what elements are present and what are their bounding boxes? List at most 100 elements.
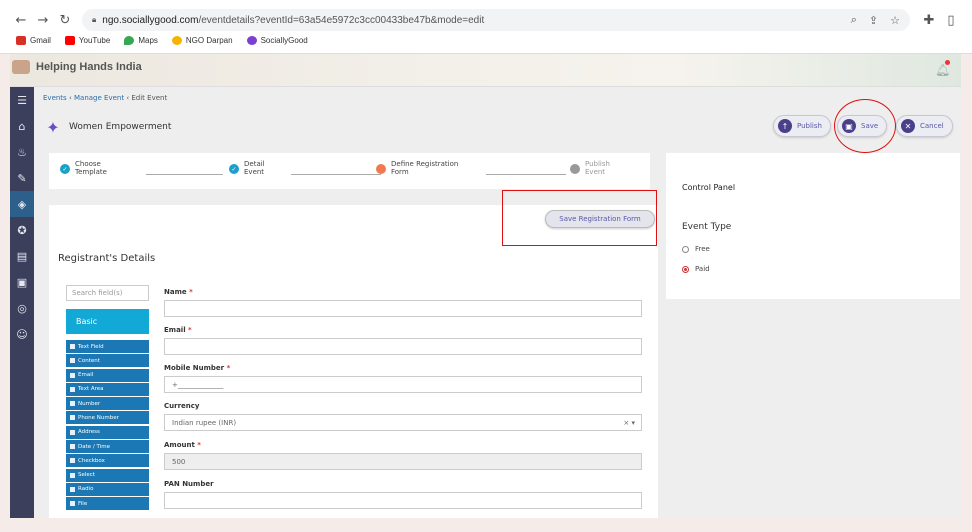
step-publish-event[interactable]: Publish Event xyxy=(570,160,610,176)
maps-icon xyxy=(124,36,135,45)
gmail-icon xyxy=(16,36,26,45)
donation-icon[interactable]: ♨ xyxy=(10,139,34,165)
event-icon[interactable]: ◈ xyxy=(10,191,34,217)
step-define-registration[interactable]: Define Registration Form xyxy=(376,160,458,176)
step-connector xyxy=(486,174,566,175)
field-type-date-time[interactable]: Date / Time xyxy=(66,440,149,454)
step-choose-template[interactable]: ✓ Choose Template xyxy=(60,160,107,176)
lock-icon: 🔒︎ xyxy=(92,15,97,24)
bookmark-youtube[interactable]: YouTube xyxy=(64,36,110,45)
field-type-checkbox[interactable]: Checkbox xyxy=(66,454,149,468)
field-type-number[interactable]: Number xyxy=(66,397,149,411)
number-icon xyxy=(70,401,75,407)
event-logo-icon: ✦ xyxy=(46,117,60,137)
currency-label: Currency xyxy=(164,402,200,410)
field-type-file[interactable]: File xyxy=(66,497,149,511)
bookmark-gmail[interactable]: Gmail xyxy=(16,36,51,45)
step-detail-event[interactable]: ✓ Detail Event xyxy=(229,160,265,176)
omnibox-actions: ⌕ ⇪ ☆ xyxy=(851,14,900,27)
volunteer-icon[interactable]: ✪ xyxy=(10,217,34,243)
cancel-button[interactable]: ✕ Cancel xyxy=(896,115,953,137)
highlight-rectangle xyxy=(502,190,657,246)
notification-badge xyxy=(945,60,950,65)
address-bar[interactable]: 🔒︎ ngo.sociallygood.com /eventdetails?ev… xyxy=(82,9,910,31)
field-type-select[interactable]: Select xyxy=(66,468,149,482)
chevron-down-icon[interactable]: ▾ xyxy=(631,419,635,427)
csr-icon[interactable]: ◎ xyxy=(10,295,34,321)
menu-icon[interactable]: ☰ xyxy=(10,87,34,113)
star-icon[interactable]: ☆ xyxy=(890,14,900,27)
upload-icon: ↑ xyxy=(778,119,792,133)
name-input[interactable] xyxy=(164,300,642,317)
clear-icon[interactable]: × xyxy=(623,419,629,427)
breadcrumb-events[interactable]: Events xyxy=(43,94,67,102)
reload-icon[interactable]: ↻ xyxy=(54,9,76,31)
text-field-icon xyxy=(70,344,75,349)
field-type-address[interactable]: Address xyxy=(66,425,149,439)
mobile-input[interactable]: +_____________ xyxy=(164,376,642,393)
home-icon[interactable]: ⌂ xyxy=(10,113,34,139)
text-area-icon xyxy=(70,386,75,392)
search-fields-input[interactable]: Search field(s) xyxy=(66,285,149,301)
section-heading: Registrant's Details xyxy=(58,253,156,264)
field-type-text-area[interactable]: Text Area xyxy=(66,382,149,396)
amount-input[interactable]: 500 xyxy=(164,453,642,470)
step-connector xyxy=(146,174,223,175)
ngo-icon[interactable]: ▣ xyxy=(10,269,34,295)
event-type-paid-radio[interactable]: Paid xyxy=(682,265,710,273)
control-panel-title: Control Panel xyxy=(682,183,736,192)
email-input[interactable] xyxy=(164,338,642,355)
page-bottom xyxy=(34,518,961,532)
forward-icon[interactable]: → xyxy=(32,9,54,31)
radio-icon xyxy=(70,486,75,492)
pan-input[interactable] xyxy=(164,492,642,509)
brand[interactable]: Helping Hands India xyxy=(12,60,142,74)
campaign-icon[interactable]: ✎ xyxy=(10,165,34,191)
radio-icon xyxy=(682,245,689,253)
highlight-circle xyxy=(834,99,896,153)
currency-select[interactable]: Indian rupee (INR) × ▾ xyxy=(164,414,642,431)
left-sidebar: ☰ ⌂ ♨ ✎ ◈ ✪ ▤ ▣ ◎ ☺ xyxy=(10,87,34,518)
mobile-label: Mobile Number * xyxy=(164,364,231,372)
field-type-text-field[interactable]: Text Field xyxy=(66,340,149,353)
breadcrumb: Events ‹ Manage Event ‹ Edit Event xyxy=(43,94,168,102)
publish-button[interactable]: ↑ Publish xyxy=(773,115,831,137)
bookmark-maps[interactable]: Maps xyxy=(124,36,158,45)
pending-step-icon xyxy=(570,164,580,174)
control-panel: Control Panel Event Type Free Paid xyxy=(666,153,960,299)
event-type-free-radio[interactable]: Free xyxy=(682,245,710,253)
breadcrumb-current: Edit Event xyxy=(131,94,168,102)
member-icon[interactable]: ▤ xyxy=(10,243,34,269)
basic-fields-button[interactable]: Basic xyxy=(66,309,149,334)
field-type-phone-number[interactable]: Phone Number xyxy=(66,411,149,425)
radio-selected-icon xyxy=(682,265,689,273)
bookmark-sociallygood[interactable]: SociallyGood xyxy=(246,36,308,45)
breadcrumb-manage-event[interactable]: Manage Event xyxy=(74,94,124,102)
check-icon: ✓ xyxy=(60,164,70,174)
field-type-content[interactable]: Content xyxy=(66,354,149,368)
email-label: Email * xyxy=(164,326,192,334)
field-type-radio[interactable]: Radio xyxy=(66,482,149,496)
sociallygood-icon xyxy=(246,36,257,45)
cancel-icon: ✕ xyxy=(901,119,915,133)
page-title: ✦ Women Empowerment xyxy=(43,117,171,137)
extensions-icon[interactable]: ✚ xyxy=(918,9,940,31)
event-title: Women Empowerment xyxy=(69,122,172,132)
registration-form-card: Save Registration Form Registrant's Deta… xyxy=(49,205,658,518)
zoom-icon[interactable]: ⌕ xyxy=(851,14,857,27)
field-type-email[interactable]: Email xyxy=(66,368,149,382)
calendar-icon xyxy=(70,444,75,450)
email-icon xyxy=(70,372,75,378)
share-icon[interactable]: ⇪ xyxy=(869,14,878,27)
notification-bell-icon[interactable]: 🔔︎ xyxy=(935,63,950,77)
brand-logo-icon xyxy=(12,60,30,74)
browser-nav-row: ← → ↻ 🔒︎ ngo.sociallygood.com /eventdeta… xyxy=(10,9,962,31)
back-icon[interactable]: ← xyxy=(10,9,32,31)
checkbox-icon xyxy=(70,458,75,464)
step-connector xyxy=(291,174,381,175)
people-icon[interactable]: ☺ xyxy=(10,321,34,347)
content-icon xyxy=(70,358,75,364)
sidepanel-icon[interactable]: ▯ xyxy=(940,9,962,31)
bookmark-ngo-darpan[interactable]: NGO Darpan xyxy=(171,36,233,45)
file-icon xyxy=(70,501,75,507)
